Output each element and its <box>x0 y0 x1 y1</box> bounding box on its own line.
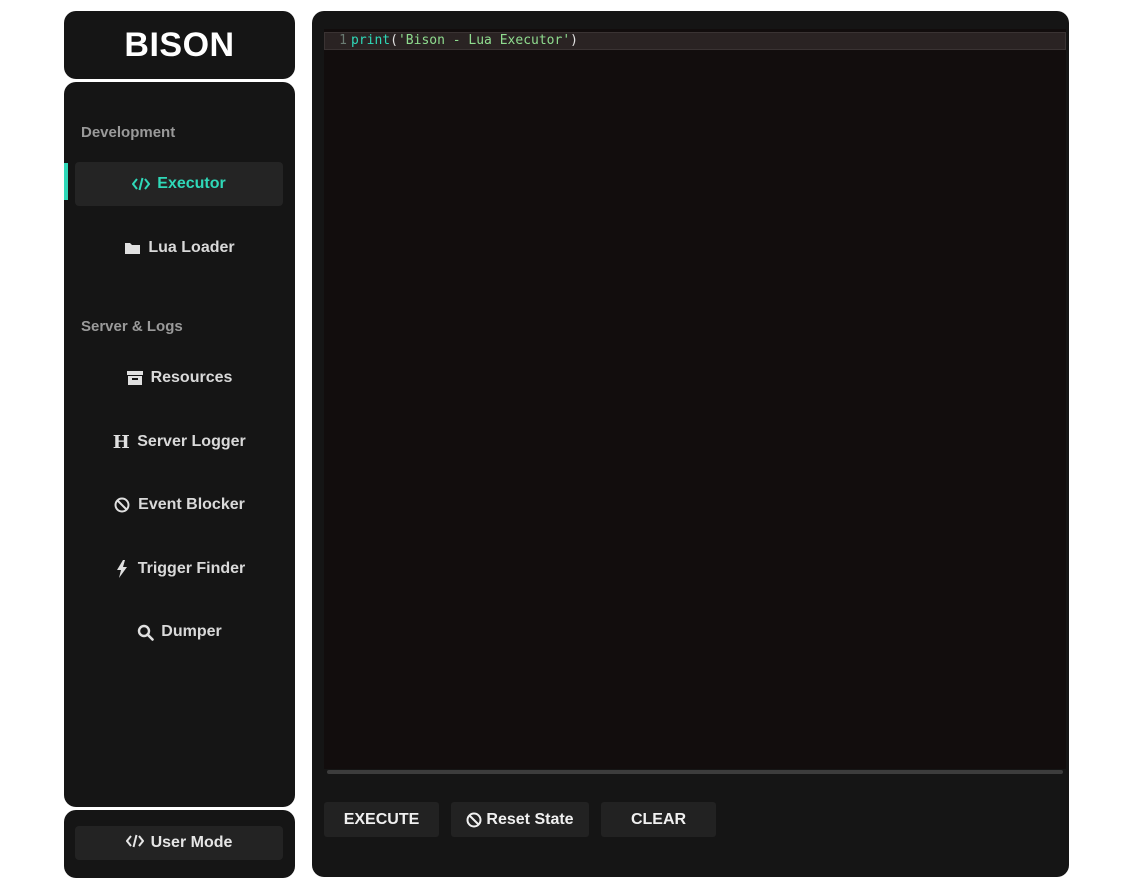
execute-label: EXECUTE <box>343 810 420 828</box>
user-mode-label: User Mode <box>150 834 233 851</box>
sidebar-item-lua-loader[interactable]: Lua Loader <box>75 226 283 270</box>
section-label-development: Development <box>81 124 176 141</box>
search-icon <box>136 623 154 641</box>
active-indicator <box>64 163 68 200</box>
heading-icon: H <box>112 431 130 453</box>
user-mode-button[interactable]: User Mode <box>75 826 283 860</box>
code-token-function: print <box>351 33 391 48</box>
code-editor[interactable]: 1 print('Bison - Lua Executor') <box>324 29 1066 769</box>
sidebar-item-label: Trigger Finder <box>137 560 246 577</box>
ban-icon <box>466 812 482 828</box>
sidebar-item-server-logger[interactable]: H Server Logger <box>75 420 283 464</box>
executor-panel: 1 print('Bison - Lua Executor') EXECUTE R… <box>312 11 1069 877</box>
code-icon <box>132 175 151 193</box>
footer-panel: User Mode <box>64 810 295 878</box>
clear-button[interactable]: CLEAR <box>601 802 716 837</box>
line-number: 1 <box>339 33 347 48</box>
brand-panel: BISON <box>64 11 295 79</box>
code-token-string: 'Bison - Lua Executor' <box>397 33 571 48</box>
section-label-server-logs: Server & Logs <box>81 318 183 335</box>
app-title: BISON <box>124 25 235 64</box>
editor-line[interactable]: 1 print('Bison - Lua Executor') <box>324 32 1066 50</box>
folder-icon <box>123 239 141 257</box>
sidebar-item-label: Lua Loader <box>148 239 235 256</box>
clear-label: CLEAR <box>630 810 687 828</box>
code-token-paren-open: ( <box>390 33 398 48</box>
sidebar-item-executor[interactable]: Executor <box>75 162 283 206</box>
reset-state-button[interactable]: Reset State <box>451 802 589 837</box>
ban-icon <box>113 496 131 514</box>
sidebar-item-label: Server Logger <box>137 433 246 450</box>
sidebar-item-label: Executor <box>157 175 226 192</box>
sidebar-item-resources[interactable]: Resources <box>75 356 283 400</box>
sidebar-item-event-blocker[interactable]: Event Blocker <box>75 483 283 527</box>
reset-state-label: Reset State <box>486 810 574 828</box>
sidebar-nav: Development Executor Lua Loader Server &… <box>64 82 295 807</box>
sidebar-item-label: Dumper <box>161 623 222 640</box>
bolt-icon <box>113 560 131 578</box>
execute-button[interactable]: EXECUTE <box>324 802 439 837</box>
sidebar-item-dumper[interactable]: Dumper <box>75 610 283 654</box>
code-icon <box>125 834 144 853</box>
editor-horizontal-scrollbar[interactable] <box>327 770 1063 774</box>
sidebar-item-trigger-finder[interactable]: Trigger Finder <box>75 547 283 591</box>
archive-icon <box>126 369 144 387</box>
code-token-paren-close: ) <box>570 33 578 48</box>
sidebar-item-label: Event Blocker <box>138 496 245 513</box>
sidebar-item-label: Resources <box>150 369 233 386</box>
